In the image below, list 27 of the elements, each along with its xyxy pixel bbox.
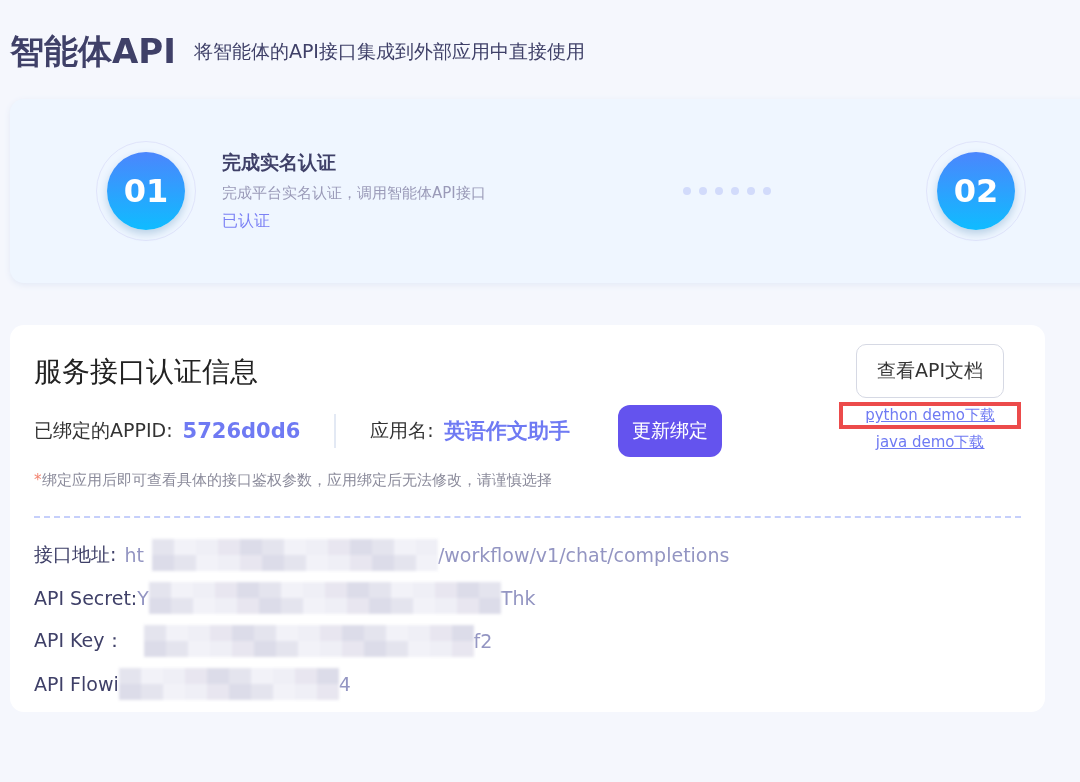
step-description: 完成平台实名认证，调用智能体API接口	[222, 184, 487, 203]
step-number: 02	[937, 152, 1015, 230]
field-value: Thk	[500, 587, 536, 609]
download-link[interactable]: python demo下载	[839, 402, 1021, 429]
app-name-label: 应用名:	[370, 418, 434, 443]
download-link[interactable]: java demo下载	[849, 429, 1011, 456]
step-title: 完成实名认证	[222, 150, 337, 175]
field-value: Y	[137, 587, 149, 609]
binding-note: *绑定应用后即可查看具体的接口鉴权参数，应用绑定后无法修改，请谨慎选择	[34, 471, 553, 490]
field-value: /workflow/v1/chat/completions	[437, 544, 730, 566]
appid-label: 已绑定的APPID:	[34, 418, 173, 443]
field-label: API Key：	[34, 628, 124, 653]
app-name-value: 英语作文助手	[443, 418, 570, 445]
field-value: f2	[473, 630, 493, 652]
field-value: 4	[338, 673, 351, 695]
page-subtitle: 将智能体的API接口集成到外部应用中直接使用	[193, 39, 585, 64]
api-docs-button[interactable]: 查看API文档	[856, 344, 1005, 398]
rebind-button[interactable]: 更新绑定	[617, 405, 722, 457]
field-label: API Secret:	[34, 587, 138, 609]
page-title: 智能体API	[10, 30, 176, 73]
step-number: 01	[107, 152, 185, 230]
step-status: 已认证	[222, 211, 271, 232]
appid-value: 5726d0d6	[182, 419, 301, 443]
field-label: 接口地址:	[34, 542, 117, 567]
field-label: API Flowi	[34, 673, 119, 695]
field-value: ht	[124, 544, 144, 566]
section-title: 服务接口认证信息	[34, 354, 259, 390]
